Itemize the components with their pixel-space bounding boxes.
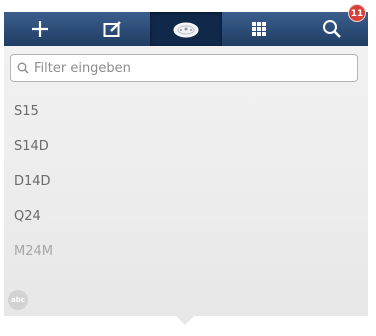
location-button[interactable]	[149, 12, 223, 46]
search-icon	[17, 62, 29, 74]
search-icon	[322, 20, 341, 38]
content-area: S15 S14D D14D Q24 M24M abc	[4, 46, 368, 316]
list-item[interactable]: D14D	[14, 168, 354, 203]
edit-button[interactable]	[77, 12, 150, 46]
item-list: S15 S14D D14D Q24 M24M	[14, 98, 354, 273]
search-button[interactable]: 11	[295, 4, 368, 46]
abc-icon[interactable]: abc	[8, 290, 28, 310]
list-item[interactable]: Q24	[14, 203, 354, 238]
location-icon	[173, 22, 199, 38]
grid-button[interactable]	[222, 12, 295, 46]
edit-icon	[103, 21, 122, 37]
toolbar: 11	[4, 4, 368, 46]
add-button[interactable]	[4, 12, 77, 46]
popover-panel: 11 S15 S14D D14D Q24 M24M abc	[0, 0, 376, 336]
popover-caret	[176, 316, 194, 325]
list-item[interactable]: S14D	[14, 133, 354, 168]
list-item[interactable]: M24M	[14, 238, 354, 273]
grid-icon	[251, 22, 266, 36]
plus-icon	[32, 21, 49, 37]
filter-input[interactable]	[34, 60, 334, 76]
filter-field[interactable]	[10, 54, 358, 82]
list-item[interactable]: S15	[14, 98, 354, 133]
abc-label: abc	[11, 296, 25, 304]
notification-badge: 11	[347, 4, 366, 22]
